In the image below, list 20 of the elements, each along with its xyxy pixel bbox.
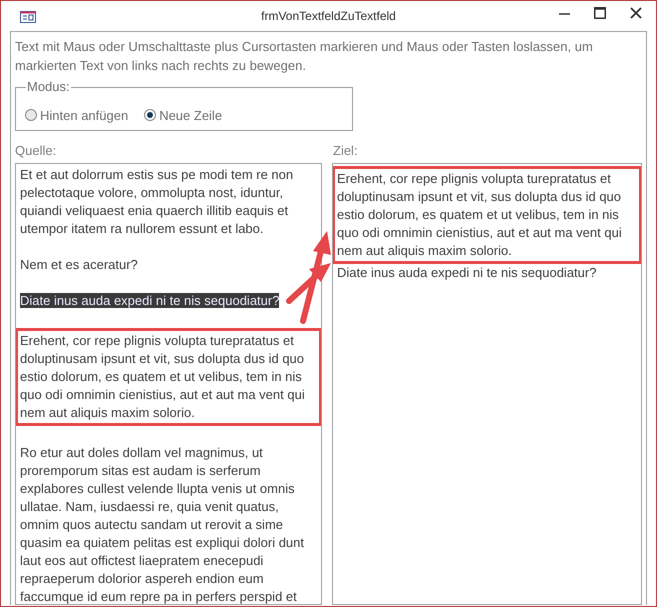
selected-text: Diate inus auda expedi ni te nis sequodiatur?: [20, 292, 280, 308]
close-icon[interactable]: [630, 7, 642, 19]
target-label: Ziel:: [333, 142, 358, 160]
form-icon: [20, 11, 36, 23]
window-title: frmVonTextfeldZuTextfeld: [261, 8, 396, 25]
paragraph-text: Diate inus auda expedi ni te nis sequodiatur?: [337, 264, 598, 282]
paragraph-text: Et et aut dolorrum estis sus pe modi tem re non pelectotaque volore, ommolupta nost, iduntur, quiandi veliquaest enia quaerch illitib eaquis et utempor itatem ra nullorem essunt et labo.: [20, 166, 294, 238]
paragraph-text: Ro etur aut doles dollam vel magnimus, ut proremporum sitas est audam is serferum explabores cullest velende llupta venis ut omnis ullatae. Nam, iusdaessi re, quia venit quatus, omnim quos autectu sandam ut rerovit a sime quasim ea quiatem pelitas est expliqui dolori dunt laut eos aut offictest liaepratem enecepudi repraeperum dolorior aspereh endion eum faccumque id eum repre pa in perfers perspid et: [20, 444, 306, 604]
source-label: Quelle:: [15, 142, 58, 160]
radio-option[interactable]: Neue Zeile: [144, 106, 222, 125]
radio-option[interactable]: Hinten anfügen: [25, 106, 128, 125]
paragraph-text: Erehent, cor repe plignis volupta turepratatus et doluptinusam ipsunt et vit, sus dolupta dus id quo estio dolorum, es quatem et ut velibus, tem in nis quo odi omnimin cienistius, aut et aut ma vent qui nem aut aliquis maxim solorio.: [20, 332, 306, 422]
radio-button[interactable]: [144, 109, 156, 122]
instruction-text: Text mit Maus oder Umschalttaste plus Cursortasten markieren und Maus oder Tasten loslassen, um markierten Text von links nach rechts zu bewegen.: [15, 38, 594, 75]
paragraph-text: Erehent, cor repe plignis volupta turepratatus et doluptinusam ipsunt et vit, sus dolupta dus id quo estio dolorum, es quatem et ut velibus, tem in nis quo odi omnimin cienistius, aut et aut ma vent qui nem aut aliquis maxim solorio.: [337, 170, 623, 260]
source-text-box[interactable]: [15, 162, 322, 605]
maximize-icon[interactable]: [594, 7, 606, 19]
paragraph-text: Nem et es aceratur?: [20, 256, 139, 274]
radio-button[interactable]: [25, 109, 37, 122]
target-text-box[interactable]: [332, 162, 642, 605]
